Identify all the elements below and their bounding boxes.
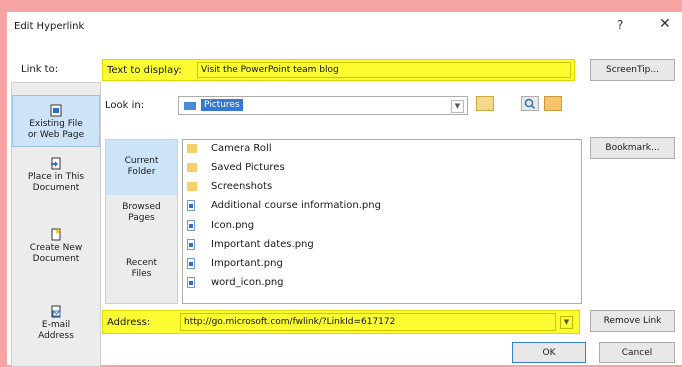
link-to-create-new-document[interactable]: Create New Document [12, 228, 100, 265]
folder-icon [187, 144, 197, 153]
existing-file-icon [50, 104, 62, 117]
link-to-existing-file[interactable]: Existing File or Web Page [12, 95, 100, 147]
folder-icon [187, 163, 197, 172]
tab-current-folder[interactable]: Current Folder [106, 140, 177, 195]
file-name: Camera Roll [211, 143, 272, 154]
place-in-document-icon [51, 157, 61, 170]
text-to-display-input[interactable] [197, 62, 571, 78]
folder-icon [184, 102, 196, 110]
text-to-display-label: Text to display: [107, 65, 182, 76]
link-to-item-label-1: E-mail [41, 320, 71, 330]
screentip-button[interactable]: ScreenTip... [590, 59, 675, 81]
link-to-item-label-1: Create New [29, 243, 83, 253]
tab-label-1: Browsed [122, 202, 161, 212]
folder-icon [187, 182, 197, 191]
link-to-item-label-2: Address [38, 331, 74, 341]
text-to-display-row: Text to display: [102, 59, 575, 81]
file-name: word_icon.png [211, 277, 284, 288]
image-file-icon [187, 277, 195, 288]
tab-label-1: Recent [125, 258, 158, 268]
image-file-icon [187, 200, 195, 211]
search-icon[interactable] [521, 96, 539, 111]
link-to-place-in-document[interactable]: Place in This Document [12, 157, 100, 194]
address-input[interactable] [180, 313, 556, 331]
file-name: Important dates.png [211, 239, 314, 250]
link-to-label: Link to: [21, 64, 59, 75]
browse-file-icon[interactable] [544, 96, 562, 111]
new-document-icon [51, 228, 61, 241]
address-row: Address: ▼ [102, 310, 580, 334]
ok-button[interactable]: OK [512, 342, 586, 363]
look-in-label: Look in: [105, 100, 145, 111]
file-name: Saved Pictures [211, 162, 285, 173]
help-button[interactable]: ? [617, 18, 623, 32]
address-label: Address: [107, 317, 151, 328]
link-to-bar: Existing File or Web Page Place in This … [11, 82, 101, 367]
title-bar: Edit Hyperlink ? ✕ [7, 12, 682, 42]
link-to-item-label-2: Document [32, 183, 80, 193]
remove-link-button[interactable]: Remove Link [590, 310, 675, 332]
tab-browsed-pages[interactable]: Browsed Pages [106, 202, 177, 224]
file-name: Icon.png [211, 220, 255, 231]
email-icon [51, 305, 61, 318]
chevron-down-icon[interactable]: ▼ [560, 316, 573, 329]
link-to-item-label-2: Document [32, 254, 80, 264]
browse-web-icon[interactable] [476, 96, 494, 111]
tab-label-2: Files [131, 269, 152, 279]
look-in-value: Pictures [201, 99, 243, 111]
link-to-item-label-2: or Web Page [27, 130, 85, 140]
file-name: Important.png [211, 258, 283, 269]
image-file-icon [187, 239, 195, 250]
link-to-item-label-1: Place in This [27, 172, 85, 182]
tab-recent-files[interactable]: Recent Files [106, 258, 177, 280]
file-name: Screenshots [211, 181, 273, 192]
link-to-item-label-1: Existing File [29, 119, 83, 129]
image-file-icon [187, 220, 195, 231]
link-to-email-address[interactable]: E-mail Address [12, 305, 100, 342]
image-file-icon [187, 258, 195, 269]
tab-label-2: Folder [127, 167, 156, 177]
file-name: Additional course information.png [211, 200, 381, 211]
side-tabs: Current Folder Browsed Pages Recent File… [105, 139, 178, 304]
bookmark-button[interactable]: Bookmark... [590, 137, 675, 159]
cancel-button[interactable]: Cancel [599, 342, 675, 363]
file-list: Camera Roll Saved Pictures Screenshots A… [182, 139, 582, 304]
dialog-title: Edit Hyperlink [14, 21, 85, 32]
tab-label-1: Current [124, 156, 159, 166]
close-button[interactable]: ✕ [659, 16, 671, 32]
edit-hyperlink-dialog: Edit Hyperlink ? ✕ Link to: Existing Fil… [7, 12, 682, 367]
look-in-select[interactable]: Pictures ▼ [178, 96, 468, 115]
tab-label-2: Pages [128, 213, 155, 223]
chevron-down-icon[interactable]: ▼ [451, 100, 464, 113]
